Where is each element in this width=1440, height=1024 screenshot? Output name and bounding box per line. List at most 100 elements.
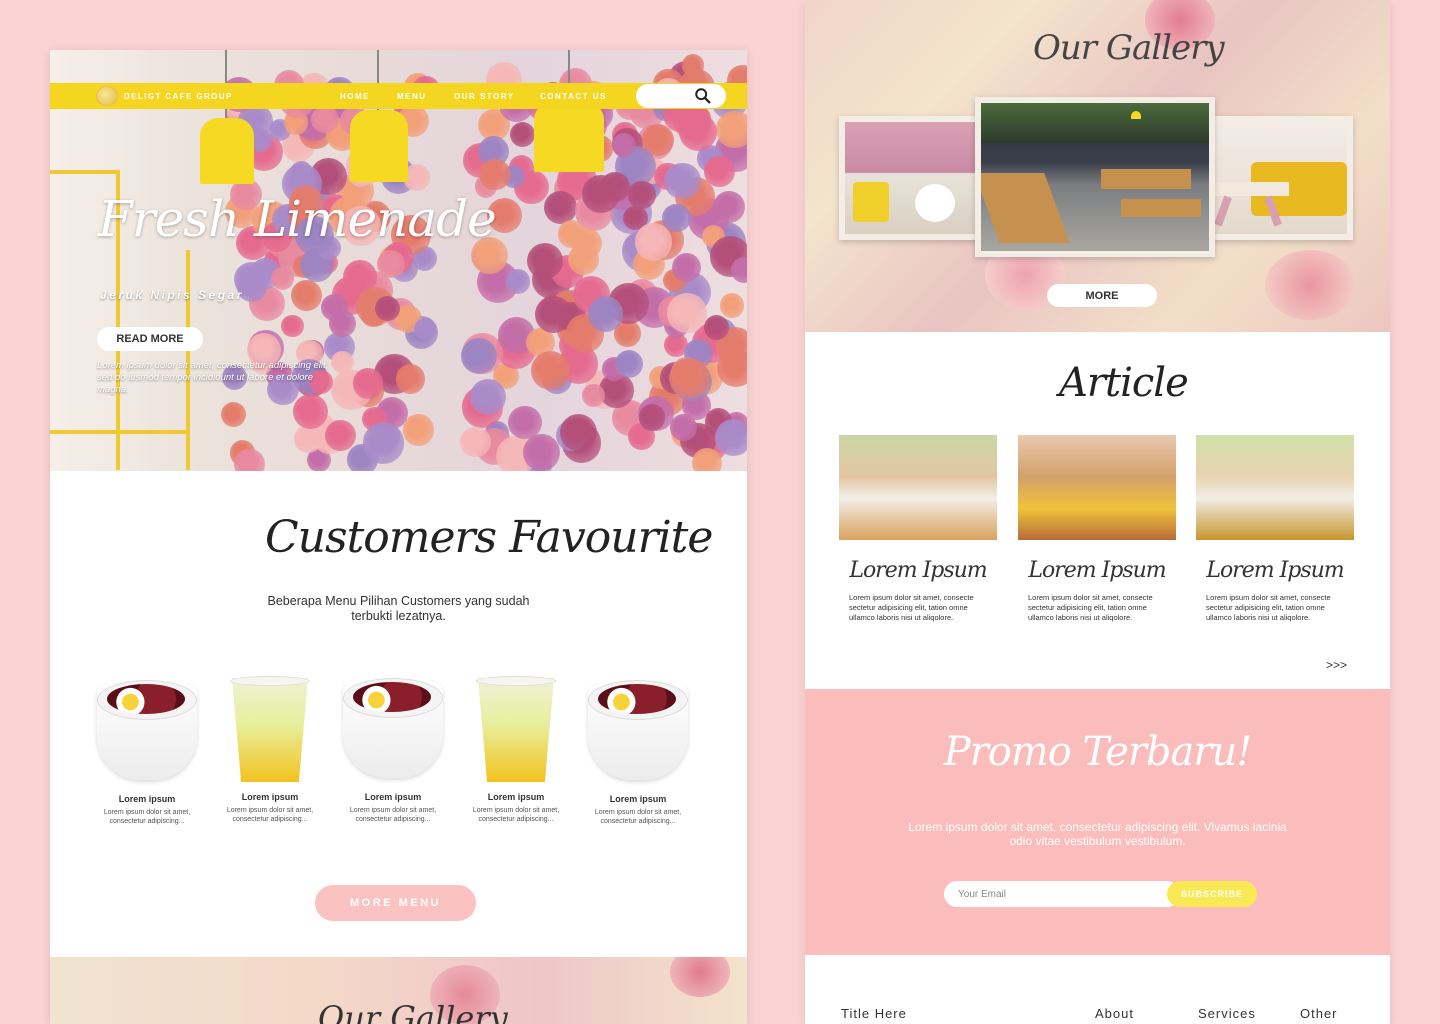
flower-decor (324, 420, 356, 452)
article-card[interactable]: Lorem Ipsum Lorem ipsum dolor sit amet, c… (839, 435, 997, 623)
flower-decor (712, 191, 745, 223)
flower-decor (560, 413, 598, 451)
drink-cup-image (218, 676, 322, 782)
logo-icon (96, 86, 118, 106)
read-more-button[interactable]: READ MORE (97, 327, 203, 351)
flower-decor (523, 434, 560, 471)
footer-title: Title Here (841, 1006, 907, 1021)
gallery-photo-featured[interactable] (975, 97, 1215, 257)
nav-our-story[interactable]: OUR STORY (454, 92, 515, 101)
product-name: Lorem ipsum (609, 794, 667, 804)
subscribe-button[interactable]: SUBSCRIBE (1167, 881, 1257, 907)
article-thumbnail (839, 435, 997, 540)
flower-decor (587, 296, 624, 332)
gallery-strip-title: Our Gallery (318, 999, 508, 1024)
rice-bowl-image (586, 678, 690, 782)
flower-decor (614, 349, 643, 379)
flower-decor (730, 256, 747, 284)
hero-body-text: Lorem ipsum dolor sit amet, consectetur … (97, 360, 329, 395)
rice-bowl-image (95, 678, 199, 782)
flower-decor (1265, 250, 1355, 320)
hero-banner: DELIGT CAFE GROUP HOME MENU OUR STORY CO… (50, 50, 747, 471)
flower-decor (479, 158, 511, 191)
product-name: Lorem ipsum (118, 794, 176, 804)
article-next-link[interactable]: >>> (1326, 658, 1347, 672)
article-card-body: Lorem ipsum dolor sit amet, consecte sec… (849, 593, 974, 622)
gallery-title: Our Gallery (1033, 28, 1225, 68)
gallery-section: Our Gallery MORE (805, 0, 1390, 332)
flower-decor (612, 132, 636, 157)
article-card[interactable]: Lorem Ipsum Lorem ipsum dolor sit amet, c… (1196, 435, 1354, 623)
nav-menu[interactable]: MENU (397, 92, 427, 101)
product-name: Lorem ipsum (487, 792, 545, 802)
product-card[interactable]: Lorem ipsum Lorem ipsum dolor sit amet, c… (461, 676, 571, 824)
flower-decor (331, 350, 354, 374)
flower-decor (220, 402, 246, 428)
flower-decor (281, 314, 304, 338)
home-page-mockup-continued: Our Gallery MORE Article Lorem Ipsum Lor… (805, 0, 1390, 1024)
flower-decor (582, 384, 605, 407)
flower-decor (460, 426, 491, 458)
window-frame (50, 170, 120, 174)
flower-decor (413, 317, 436, 340)
flower-decor (402, 414, 434, 446)
nav-contact-us[interactable]: CONTACT US (540, 92, 607, 101)
search-input[interactable] (636, 84, 726, 108)
footer-link-other[interactable]: Other (1300, 1006, 1338, 1021)
gallery-photo[interactable] (839, 116, 985, 240)
email-field[interactable]: Your Email (944, 881, 1180, 907)
search-icon[interactable] (694, 87, 712, 105)
window-frame (50, 430, 190, 434)
gallery-preview-strip: Our Gallery (50, 957, 747, 1024)
promo-title: Promo Terbaru! (943, 729, 1253, 775)
article-card[interactable]: Lorem Ipsum Lorem ipsum dolor sit amet, c… (1018, 435, 1176, 623)
nav-home[interactable]: HOME (340, 92, 370, 101)
hero-title: Fresh Limenade (98, 190, 497, 248)
promo-text: Lorem ipsum dolor sit amet, consectetur … (908, 820, 1287, 848)
photo-sofa-corner (1199, 122, 1347, 234)
article-thumbnail (1196, 435, 1354, 540)
flower-decor (270, 267, 294, 291)
favourites-subtitle-text: Beberapa Menu Pilihan Customers yang sud… (267, 594, 530, 623)
hero-subtitle: Jeruk Nipis Segar (100, 288, 244, 302)
product-name: Lorem ipsum (241, 792, 299, 802)
more-menu-button[interactable]: MORE MENU (315, 885, 476, 921)
flower-decor (669, 413, 698, 442)
footer-link-services[interactable]: Services (1198, 1006, 1256, 1021)
flower-decor (719, 293, 745, 318)
product-card[interactable]: Lorem ipsum Lorem ipsum dolor sit amet, c… (215, 676, 325, 824)
flower-decor (508, 406, 542, 440)
photo-dining-room (981, 103, 1209, 251)
flower-decor (664, 162, 701, 200)
flower-wall-right (460, 50, 747, 471)
product-card[interactable]: Lorem ipsum Lorem ipsum dolor sit amet, c… (92, 678, 202, 826)
article-card-body: Lorem ipsum dolor sit amet, consecte sec… (1206, 593, 1331, 622)
article-card-title: Lorem Ipsum (1028, 558, 1166, 583)
flower-decor (329, 310, 356, 337)
article-card-body: Lorem ipsum dolor sit amet, consecte sec… (1028, 593, 1153, 622)
product-card[interactable]: Lorem ipsum Lorem ipsum dolor sit amet, c… (338, 676, 448, 824)
flower-decor (505, 269, 531, 294)
flower-decor (691, 447, 722, 471)
favourites-title: Customers Favourite (265, 512, 713, 563)
gallery-more-button[interactable]: MORE (1047, 284, 1157, 307)
gallery-photo[interactable] (1193, 116, 1353, 240)
flower-decor (293, 394, 329, 429)
product-description: Lorem ipsum dolor sit amet, consectetur … (594, 809, 682, 825)
pendant-lamp (200, 118, 254, 184)
flower-decor (395, 364, 426, 394)
article-card-title: Lorem Ipsum (849, 558, 987, 583)
rice-bowl-image (341, 676, 445, 780)
flower-decor (634, 223, 673, 261)
product-description: Lorem ipsum dolor sit amet, consectetur … (103, 809, 191, 825)
flower-decor (544, 190, 578, 224)
article-title: Article (1059, 360, 1189, 406)
promo-section: Promo Terbaru! Lorem ipsum dolor sit ame… (805, 689, 1390, 955)
flower-decor (638, 403, 666, 431)
flower-decor (234, 448, 266, 471)
product-card[interactable]: Lorem ipsum Lorem ipsum dolor sit amet, c… (583, 678, 693, 826)
flower-decor (470, 378, 506, 415)
drink-cup-image (464, 676, 568, 782)
footer-link-about[interactable]: About (1095, 1006, 1134, 1021)
brand-logo[interactable]: DELIGT CAFE GROUP (96, 86, 233, 106)
